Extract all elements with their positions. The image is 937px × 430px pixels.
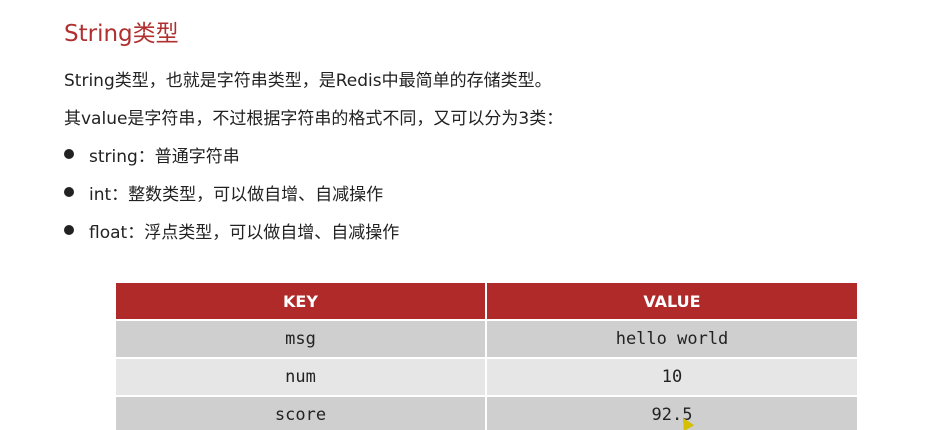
bullet-text: float：浮点类型，可以做自增、自减操作 [89,223,400,243]
key-value-table: KEY VALUE msg hello world num 10 score 9… [116,283,857,430]
bullet-text: string：普通字符串 [89,147,240,167]
value-cell: 10 [487,357,857,395]
bullet-item-string: string：普通字符串 [64,142,399,180]
key-column-header: KEY [116,283,487,319]
bullet-item-float: float：浮点类型，可以做自增、自减操作 [64,218,399,256]
table-row: score 92.5 [116,395,857,430]
value-column-header: VALUE [487,283,857,319]
bullet-item-int: int：整数类型，可以做自增、自减操作 [64,180,399,218]
key-cell: msg [116,319,487,357]
key-cell: score [116,395,487,430]
table-row: msg hello world [116,319,857,357]
key-cell: num [116,357,487,395]
intro-text: String类型，也就是字符串类型，是Redis中最简单的存储类型。 [64,71,552,91]
table-row: num 10 [116,357,857,395]
slide-title: String类型 [64,21,179,47]
bullet-list: string：普通字符串 int：整数类型，可以做自增、自减操作 float：浮… [64,142,399,256]
bullet-dot-icon [64,187,74,197]
subtitle-text: 其value是字符串，不过根据字符串的格式不同，又可以分为3类： [64,109,564,129]
bullet-dot-icon [64,149,74,159]
bullet-text: int：整数类型，可以做自增、自减操作 [89,185,384,205]
bullet-dot-icon [64,225,74,235]
value-cell: 92.5 [487,395,857,430]
value-cell: hello world [487,319,857,357]
table-header-row: KEY VALUE [116,283,857,319]
